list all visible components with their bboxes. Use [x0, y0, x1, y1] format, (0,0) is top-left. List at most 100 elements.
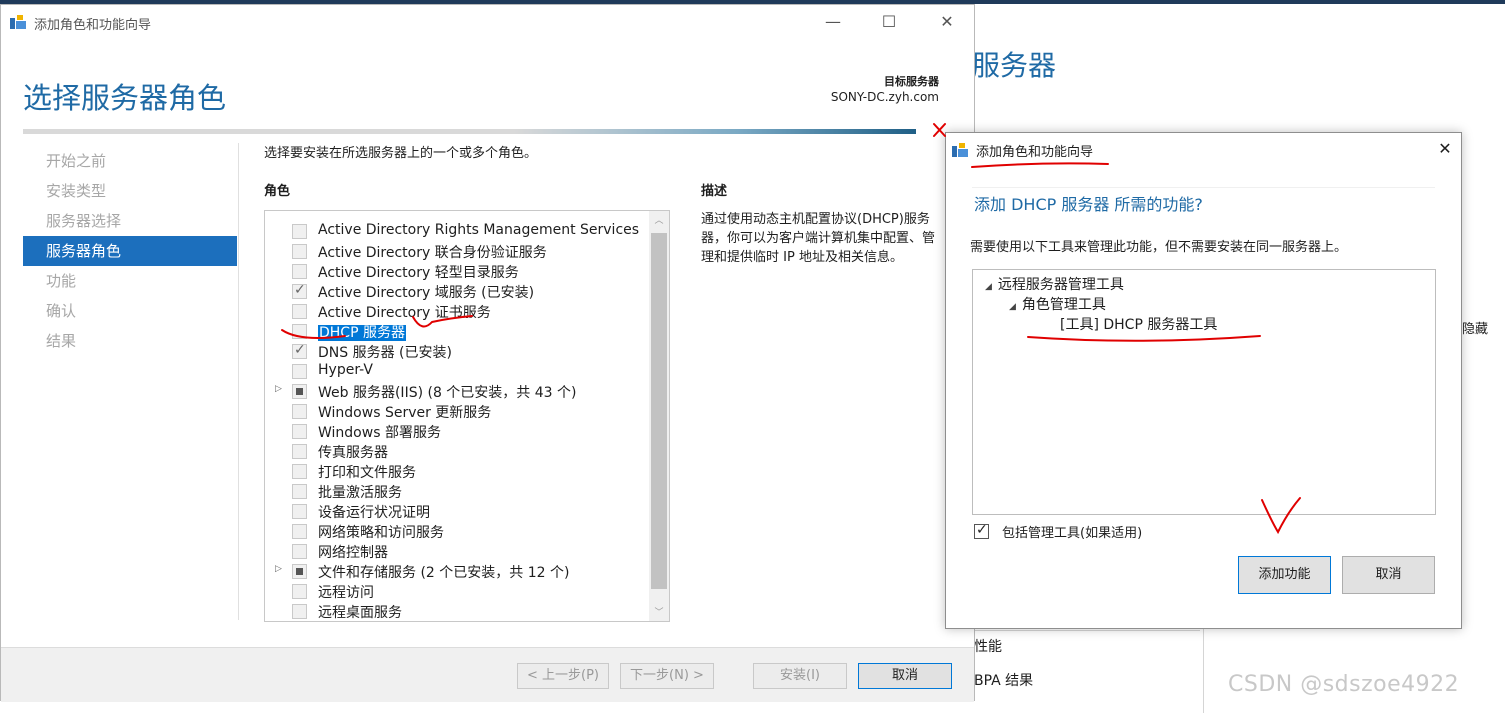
role-label[interactable]: Active Directory Rights Management Servi…	[318, 222, 639, 238]
role-checkbox[interactable]	[292, 364, 307, 379]
nav-item[interactable]: 开始之前	[23, 146, 237, 176]
role-item[interactable]: 网络策略和访问服务	[265, 521, 650, 541]
role-item[interactable]: Active Directory 联合身份验证服务	[265, 241, 650, 261]
role-item[interactable]: Active Directory 域服务 (已安装)	[265, 281, 650, 301]
background-page-title: 服务器	[972, 49, 1057, 82]
roles-scroll-thumb[interactable]	[651, 233, 667, 589]
role-checkbox[interactable]	[292, 544, 307, 559]
wizard-titlebar[interactable]: 添加角色和功能向导 — ☐ ✕	[1, 5, 974, 37]
install-button[interactable]: 安装(I)	[753, 663, 847, 689]
role-item[interactable]: 批量激活服务	[265, 481, 650, 501]
nav-item[interactable]: 服务器角色	[23, 236, 237, 266]
add-features-button[interactable]: 添加功能	[1238, 556, 1331, 594]
tree-node[interactable]: ◢ 角色管理工具	[1009, 294, 1106, 314]
roles-list[interactable]: Active Directory Rights Management Servi…	[264, 210, 670, 622]
role-label[interactable]: 远程桌面服务	[318, 602, 402, 621]
role-label[interactable]: Active Directory 联合身份验证服务	[318, 242, 547, 262]
role-label[interactable]: Active Directory 证书服务	[318, 302, 491, 322]
role-checkbox[interactable]	[292, 464, 307, 479]
role-checkbox[interactable]	[292, 504, 307, 519]
role-checkbox[interactable]	[292, 342, 307, 359]
include-tools-checkbox[interactable]	[974, 522, 989, 539]
role-label[interactable]: 网络控制器	[318, 542, 388, 562]
role-checkbox[interactable]	[292, 244, 307, 259]
cancel-button[interactable]: 取消	[858, 663, 952, 689]
role-label[interactable]: DHCP 服务器	[318, 322, 406, 342]
scroll-down-icon[interactable]: ﹀	[649, 605, 669, 621]
role-item[interactable]: Windows Server 更新服务	[265, 401, 650, 421]
role-item[interactable]: 远程访问	[265, 581, 650, 601]
collapse-arrow-icon[interactable]: ◢	[1009, 302, 1016, 312]
role-label[interactable]: 设备运行状况证明	[318, 502, 430, 522]
role-label[interactable]: DNS 服务器 (已安装)	[318, 342, 452, 362]
wizard-footer: < 上一步(P) 下一步(N) > 安装(I) 取消	[1, 647, 974, 702]
role-label[interactable]: Hyper-V	[318, 362, 373, 378]
collapse-arrow-icon[interactable]: ◢	[985, 282, 992, 292]
nav-item[interactable]: 确认	[23, 296, 237, 326]
nav-item[interactable]: 结果	[23, 326, 237, 356]
minimize-icon[interactable]: —	[821, 11, 845, 33]
role-item[interactable]: ▷ Web 服务器(IIS) (8 个已安装，共 43 个)	[265, 381, 650, 401]
expand-arrow-icon[interactable]: ▷	[275, 564, 282, 574]
maximize-icon[interactable]: ☐	[877, 11, 901, 33]
watermark: CSDN @sdszoe4922	[1228, 672, 1460, 697]
role-checkbox[interactable]	[292, 584, 307, 599]
role-label-text[interactable]: DHCP 服务器	[318, 325, 406, 341]
role-label[interactable]: 批量激活服务	[318, 482, 402, 502]
role-item[interactable]: 传真服务器	[265, 441, 650, 461]
add-features-dialog: 添加角色和功能向导 ✕ 添加 DHCP 服务器 所需的功能? 需要使用以下工具来…	[945, 132, 1462, 629]
dialog-titlebar[interactable]: 添加角色和功能向导 ✕	[946, 133, 1461, 165]
role-label[interactable]: 打印和文件服务	[318, 462, 416, 482]
include-tools-label[interactable]: 包括管理工具(如果适用)	[1002, 522, 1142, 541]
role-label[interactable]: Windows Server 更新服务	[318, 402, 491, 422]
role-checkbox[interactable]	[292, 444, 307, 459]
role-checkbox[interactable]	[292, 524, 307, 539]
role-label[interactable]: Active Directory 域服务 (已安装)	[318, 282, 534, 302]
next-button[interactable]: 下一步(N) >	[620, 663, 714, 689]
previous-button[interactable]: < 上一步(P)	[517, 663, 609, 689]
role-checkbox[interactable]	[292, 304, 307, 319]
scroll-up-icon[interactable]: ︿	[649, 213, 669, 229]
role-checkbox[interactable]	[292, 264, 307, 279]
nav-item[interactable]: 安装类型	[23, 176, 237, 206]
close-icon[interactable]: ✕	[1433, 137, 1457, 161]
role-item[interactable]: 打印和文件服务	[265, 461, 650, 481]
dialog-cancel-button[interactable]: 取消	[1342, 556, 1435, 594]
role-checkbox[interactable]	[292, 604, 307, 619]
role-item[interactable]: 远程桌面服务	[265, 601, 650, 621]
role-label[interactable]: Windows 部署服务	[318, 422, 441, 442]
role-checkbox[interactable]	[292, 404, 307, 419]
role-label[interactable]: 传真服务器	[318, 442, 388, 462]
nav-item[interactable]: 服务器选择	[23, 206, 237, 236]
role-checkbox[interactable]	[292, 564, 307, 579]
nav-item[interactable]: 功能	[23, 266, 237, 296]
role-checkbox[interactable]	[292, 424, 307, 439]
role-label[interactable]: 文件和存储服务 (2 个已安装，共 12 个)	[318, 562, 569, 582]
close-icon[interactable]: ✕	[935, 11, 959, 33]
role-item[interactable]: 设备运行状况证明	[265, 501, 650, 521]
role-label[interactable]: Active Directory 轻型目录服务	[318, 262, 519, 282]
role-item[interactable]: DNS 服务器 (已安装)	[265, 341, 650, 361]
background-hide-link[interactable]: 隐藏	[1462, 318, 1488, 337]
tree-node[interactable]: ◢ 远程服务器管理工具	[985, 274, 1124, 294]
role-item[interactable]: Active Directory 证书服务	[265, 301, 650, 321]
required-features-tree[interactable]: ◢ 远程服务器管理工具 ◢ 角色管理工具 [工具] DHCP 服务器工具	[972, 269, 1436, 515]
role-label[interactable]: 网络策略和访问服务	[318, 522, 444, 542]
role-item[interactable]: Active Directory 轻型目录服务	[265, 261, 650, 281]
role-item[interactable]: Windows 部署服务	[265, 421, 650, 441]
role-checkbox[interactable]	[292, 384, 307, 399]
role-item[interactable]: ▷ 文件和存储服务 (2 个已安装，共 12 个)	[265, 561, 650, 581]
role-checkbox[interactable]	[292, 224, 307, 239]
role-checkbox[interactable]	[292, 324, 307, 339]
role-label[interactable]: Web 服务器(IIS) (8 个已安装，共 43 个)	[318, 382, 577, 402]
role-item[interactable]: Hyper-V	[265, 361, 650, 381]
role-item[interactable]: Active Directory Rights Management Servi…	[265, 221, 650, 241]
role-label[interactable]: 远程访问	[318, 582, 374, 602]
role-item[interactable]: 网络控制器	[265, 541, 650, 561]
role-checkbox[interactable]	[292, 484, 307, 499]
server-manager-icon	[10, 15, 26, 29]
role-item[interactable]: DHCP 服务器	[265, 321, 650, 341]
expand-arrow-icon[interactable]: ▷	[275, 384, 282, 394]
role-checkbox[interactable]	[292, 282, 307, 299]
tree-node[interactable]: [工具] DHCP 服务器工具	[1060, 314, 1217, 334]
